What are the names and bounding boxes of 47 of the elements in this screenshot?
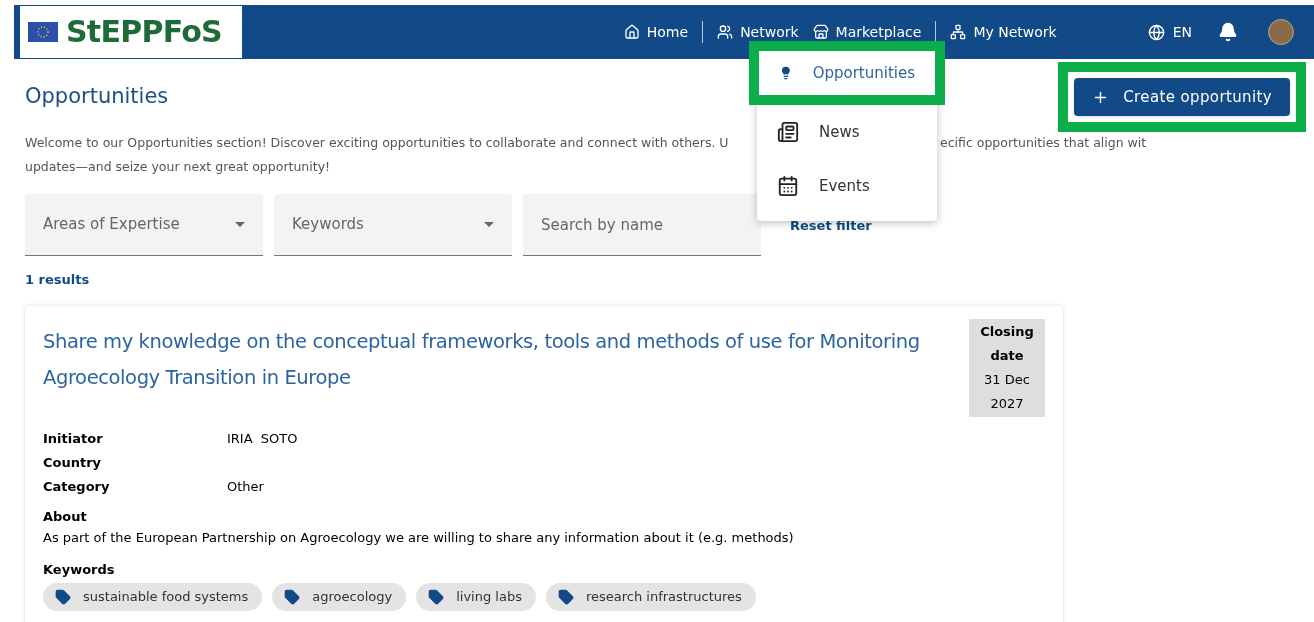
search-field[interactable]: Search by name — [523, 194, 761, 256]
results-count: 1 results — [25, 271, 91, 289]
store-icon — [812, 24, 829, 40]
intro-text: Welcome to our Opportunities section! Discover exciting opportunities to collaborate and connect with others. U — [25, 134, 729, 152]
create-opportunity-button[interactable]: Create opportunity — [1074, 78, 1290, 116]
intro-text: ecific opportunities that align wit — [940, 134, 1147, 152]
field-value: IRIA SOTO — [227, 429, 298, 448]
logo-text: StEPPFoS — [66, 17, 222, 47]
flag-icon — [28, 22, 58, 42]
section-label: Keywords — [43, 560, 116, 579]
field-value: Other — [227, 477, 264, 496]
dropdown-field[interactable]: Keywords — [274, 194, 512, 256]
notifications-icon[interactable] — [1218, 22, 1238, 42]
page-title: Opportunities — [25, 83, 169, 111]
keyword-chip[interactable]: living labs — [416, 583, 536, 611]
closing-date-badge: Closing date 31 Dec 2027 — [969, 318, 1045, 417]
network-icon — [950, 24, 967, 40]
opportunity-title[interactable]: Share my knowledge on the conceptual frameworks, tools and methods of use for Monitoring Agroecology Transition in Europe — [43, 323, 965, 396]
people-icon — [717, 24, 734, 40]
field-label: Initiator — [43, 429, 104, 448]
caret-icon — [235, 222, 245, 227]
home-icon — [623, 24, 640, 40]
language-button[interactable]: EN — [1147, 21, 1192, 43]
keyword-chip[interactable]: research infrastructures — [545, 583, 756, 611]
nav-link[interactable]: Home — [616, 21, 696, 43]
tag-icon — [428, 589, 445, 605]
tag-icon — [557, 589, 574, 605]
globe-icon — [1147, 23, 1165, 41]
nav-link[interactable]: Marketplace — [805, 21, 929, 43]
intro-text: updates—and seize your next great opportunity! — [25, 158, 332, 176]
field-label: Category — [43, 477, 111, 496]
caret-icon — [484, 222, 494, 227]
keyword-chip[interactable]: agroecology — [272, 583, 407, 611]
section-label: About — [43, 507, 88, 526]
logo[interactable]: StEPPFoS — [20, 6, 242, 58]
newspaper-icon — [777, 121, 799, 143]
field-label: Country — [43, 453, 103, 472]
about-text: As part of the European Partnership on Agroecology we are willing to share any information about it (e.g. methods) — [43, 529, 795, 547]
nav-link[interactable]: Network — [710, 21, 806, 43]
nav-link[interactable]: My Network — [943, 21, 1064, 43]
tag-icon — [55, 589, 71, 605]
menu-item[interactable]: News — [757, 110, 880, 154]
avatar[interactable] — [1268, 19, 1294, 45]
dropdown-field[interactable]: Areas of Expertise — [25, 194, 263, 256]
tag-icon — [284, 589, 301, 605]
calendar-icon — [777, 175, 799, 197]
keyword-chip[interactable]: sustainable food systems — [43, 583, 263, 611]
